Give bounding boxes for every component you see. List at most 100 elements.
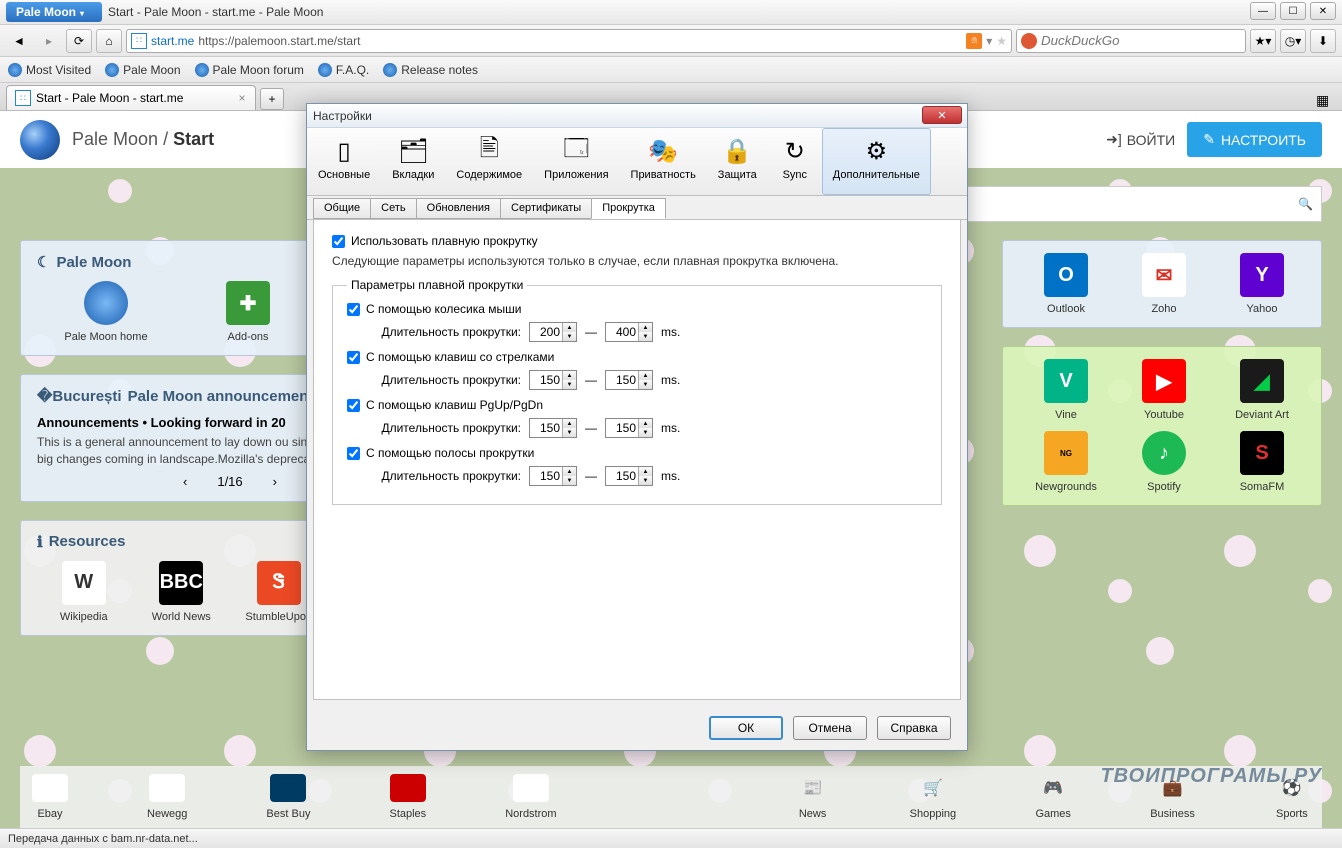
tile-youtube[interactable]: ▶Youtube xyxy=(1117,359,1211,421)
toolbtn-apps[interactable]: 🗔Приложения xyxy=(533,128,619,195)
spin-up-icon[interactable]: ▲ xyxy=(563,371,576,380)
tile-ebay[interactable]: Ebay xyxy=(32,774,68,820)
url-bar[interactable]: ∷ start.me ෧ ▾ ★ xyxy=(126,29,1012,53)
tile-newgrounds[interactable]: NGNewgrounds xyxy=(1019,431,1113,493)
search-input[interactable] xyxy=(1041,33,1241,48)
spin-up-icon[interactable]: ▲ xyxy=(563,467,576,476)
bookmark-forum[interactable]: Pale Moon forum xyxy=(195,63,304,77)
spin-down-icon[interactable]: ▼ xyxy=(563,428,576,437)
checkbox-group-0[interactable] xyxy=(347,303,360,316)
dialog-close-button[interactable]: ✕ xyxy=(922,106,962,124)
toolbtn-content[interactable]: 🖹Содержимое xyxy=(445,128,533,195)
close-button[interactable]: ✕ xyxy=(1310,2,1336,20)
toolbtn-general[interactable]: ▯Основные xyxy=(307,128,381,195)
dropdown-icon[interactable]: ▾ xyxy=(986,34,992,48)
tile-newegg[interactable]: Newegg xyxy=(147,774,187,820)
spinner-max[interactable]: ▲▼ xyxy=(605,370,653,390)
toolbtn-sync[interactable]: ↻Sync xyxy=(768,128,822,195)
spinner-input[interactable] xyxy=(530,371,562,389)
spin-down-icon[interactable]: ▼ xyxy=(639,380,652,389)
toolbtn-privacy[interactable]: 🎭Приватность xyxy=(620,128,707,195)
bookmark-faq[interactable]: F.A.Q. xyxy=(318,63,369,77)
spinner-min[interactable]: ▲▼ xyxy=(529,370,577,390)
spin-up-icon[interactable]: ▲ xyxy=(639,371,652,380)
spinner-input[interactable] xyxy=(606,323,638,341)
tile-worldnews[interactable]: BBCWorld News xyxy=(135,561,229,623)
spinner-input[interactable] xyxy=(606,371,638,389)
tab-close-icon[interactable]: × xyxy=(235,91,249,105)
minimize-button[interactable]: — xyxy=(1250,2,1276,20)
spin-down-icon[interactable]: ▼ xyxy=(639,428,652,437)
tile-addons[interactable]: ✚Add-ons xyxy=(179,281,317,343)
spinner-max[interactable]: ▲▼ xyxy=(605,466,653,486)
spinner-min[interactable]: ▲▼ xyxy=(529,466,577,486)
spin-down-icon[interactable]: ▼ xyxy=(639,332,652,341)
spinner-min[interactable]: ▲▼ xyxy=(529,322,577,342)
forward-button[interactable]: ▸ xyxy=(36,29,62,53)
all-tabs-button[interactable]: ▦ xyxy=(1316,92,1334,110)
bookmark-palemoon[interactable]: Pale Moon xyxy=(105,63,180,77)
subtab-general[interactable]: Общие xyxy=(313,198,371,219)
reload-button[interactable]: ⟳ xyxy=(66,29,92,53)
login-button[interactable]: ➜]ВОЙТИ xyxy=(1106,131,1175,148)
tab-active[interactable]: ∷ Start - Pale Moon - start.me × xyxy=(6,85,256,110)
tile-outlook[interactable]: OOutlook xyxy=(1019,253,1113,315)
tile-somafm[interactable]: SSomaFM xyxy=(1215,431,1309,493)
tile-vine[interactable]: VVine xyxy=(1019,359,1113,421)
ok-button[interactable]: ОК xyxy=(709,716,783,740)
pager-next[interactable]: › xyxy=(273,474,277,489)
rss-icon[interactable]: ෧ xyxy=(966,33,982,49)
search-bar[interactable] xyxy=(1016,29,1246,53)
tile-deviant[interactable]: ◢Deviant Art xyxy=(1215,359,1309,421)
checkbox-group-3[interactable] xyxy=(347,447,360,460)
new-tab-button[interactable]: + xyxy=(260,88,284,110)
maximize-button[interactable]: ☐ xyxy=(1280,2,1306,20)
tile-bestbuy[interactable]: Best Buy xyxy=(266,774,310,820)
pager-prev[interactable]: ‹ xyxy=(183,474,187,489)
spinner-input[interactable] xyxy=(530,419,562,437)
spin-up-icon[interactable]: ▲ xyxy=(639,419,652,428)
tile-shopping[interactable]: 🛒Shopping xyxy=(910,774,957,820)
url-input[interactable] xyxy=(198,34,962,48)
bookmark-releasenotes[interactable]: Release notes xyxy=(383,63,478,77)
spin-down-icon[interactable]: ▼ xyxy=(639,476,652,485)
home-button[interactable]: ⌂ xyxy=(96,29,122,53)
spin-down-icon[interactable]: ▼ xyxy=(563,380,576,389)
tile-pm-home[interactable]: Pale Moon home xyxy=(37,281,175,343)
subtab-updates[interactable]: Обновления xyxy=(416,198,501,219)
tile-spotify[interactable]: ♪Spotify xyxy=(1117,431,1211,493)
bookmark-star-icon[interactable]: ★ xyxy=(996,34,1007,48)
spinner-min[interactable]: ▲▼ xyxy=(529,418,577,438)
help-button[interactable]: Справка xyxy=(877,716,951,740)
spinner-max[interactable]: ▲▼ xyxy=(605,418,653,438)
spinner-input[interactable] xyxy=(530,467,562,485)
tile-news[interactable]: 📰News xyxy=(795,774,831,820)
spin-down-icon[interactable]: ▼ xyxy=(563,332,576,341)
subtab-network[interactable]: Сеть xyxy=(370,198,416,219)
cancel-button[interactable]: Отмена xyxy=(793,716,867,740)
spin-up-icon[interactable]: ▲ xyxy=(639,467,652,476)
spin-down-icon[interactable]: ▼ xyxy=(563,476,576,485)
spin-up-icon[interactable]: ▲ xyxy=(639,323,652,332)
subtab-scroll[interactable]: Прокрутка xyxy=(591,198,666,219)
spinner-max[interactable]: ▲▼ xyxy=(605,322,653,342)
tile-staples[interactable]: Staples xyxy=(389,774,426,820)
dialog-titlebar[interactable]: Настройки ✕ xyxy=(307,104,967,128)
spinner-input[interactable] xyxy=(606,419,638,437)
bookmark-most-visited[interactable]: Most Visited xyxy=(8,63,91,77)
spinner-input[interactable] xyxy=(606,467,638,485)
tile-games[interactable]: 🎮Games xyxy=(1035,774,1071,820)
checkbox-smooth-scroll[interactable] xyxy=(332,235,345,248)
checkbox-group-1[interactable] xyxy=(347,351,360,364)
customize-button[interactable]: ✎НАСТРОИТЬ xyxy=(1187,122,1322,157)
spin-up-icon[interactable]: ▲ xyxy=(563,419,576,428)
bookmark-button[interactable]: ★▾ xyxy=(1250,29,1276,53)
history-button[interactable]: ◷▾ xyxy=(1280,29,1306,53)
spin-up-icon[interactable]: ▲ xyxy=(563,323,576,332)
tile-wikipedia[interactable]: WWikipedia xyxy=(37,561,131,623)
toolbtn-tabs[interactable]: 🗂Вкладки xyxy=(381,128,445,195)
downloads-button[interactable]: ⬇ xyxy=(1310,29,1336,53)
checkbox-group-2[interactable] xyxy=(347,399,360,412)
tile-zoho[interactable]: ✉Zoho xyxy=(1117,253,1211,315)
back-button[interactable]: ◄ xyxy=(6,29,32,53)
